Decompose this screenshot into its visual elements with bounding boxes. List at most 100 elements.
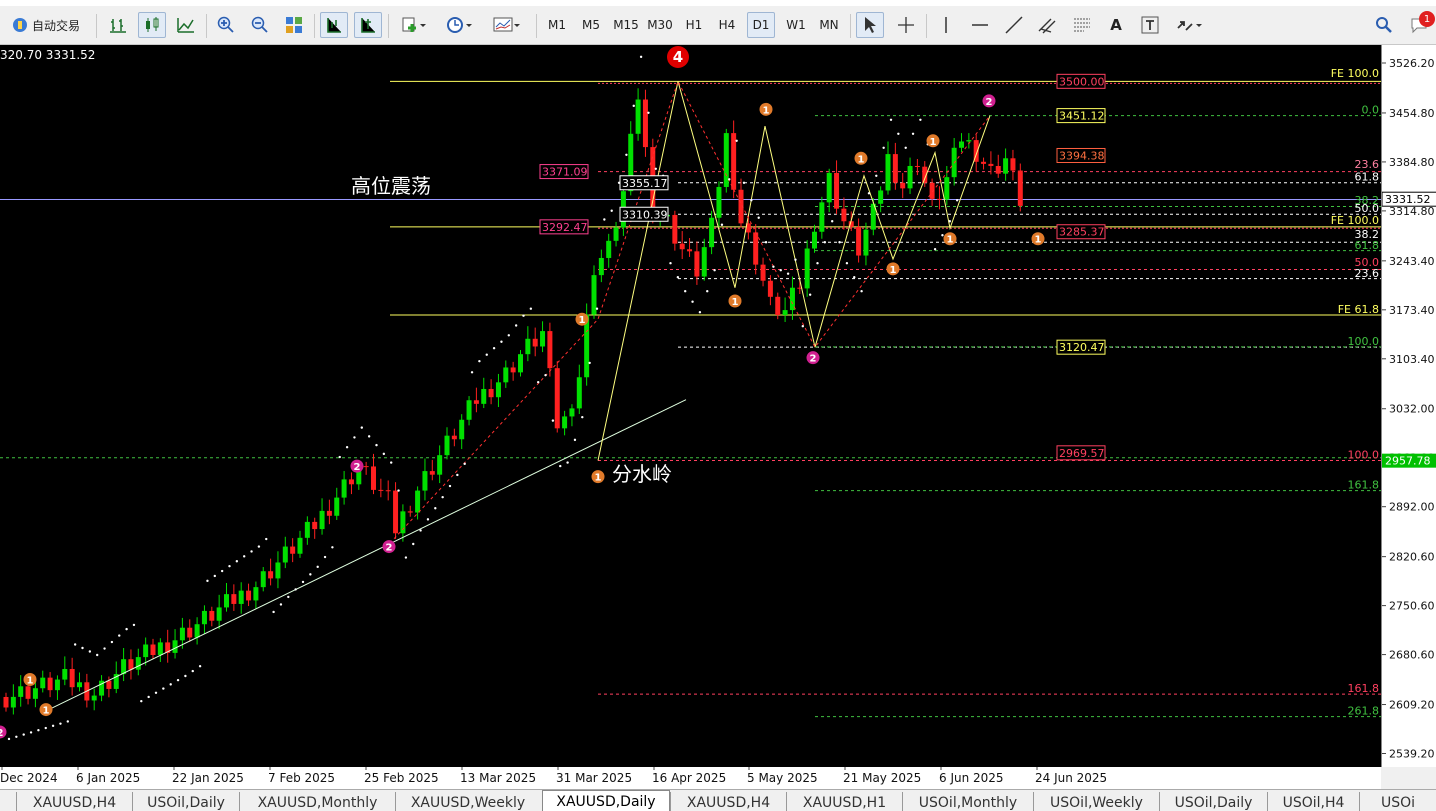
text-label-button[interactable] — [1136, 12, 1164, 38]
candle-body — [613, 227, 619, 241]
chart-tab[interactable]: USOil,Daily — [1159, 792, 1267, 811]
chart-tab[interactable]: USOil,H4 — [1267, 792, 1359, 811]
candle-body — [826, 172, 832, 203]
autotrade-label: 自动交易 — [31, 18, 80, 33]
chart-tab[interactable]: USOi — [1359, 792, 1436, 811]
fib-level-label: 61.8 — [1355, 239, 1380, 252]
parabolic-sar-dot — [228, 564, 231, 568]
parabolic-sar-dot — [132, 623, 136, 627]
trendline-button[interactable] — [1000, 12, 1028, 38]
price-tick-label: 3314.80 — [1389, 205, 1435, 218]
tile-windows-button[interactable] — [280, 12, 308, 38]
chart-tab[interactable]: XAUUSD,H1 — [786, 792, 902, 811]
trendline-icon — [1005, 16, 1023, 34]
date-tick-label: 22 Jan 2025 — [172, 771, 244, 785]
parabolic-sar-dot — [588, 361, 591, 365]
chart-tab[interactable]: XAUUSD,H4 — [16, 792, 132, 811]
price-chart[interactable]: 1122111121111212 FE 100.00.023.661.838.2… — [0, 45, 1381, 767]
parabolic-sar-dot — [59, 722, 62, 725]
timeframe-label: D1 — [752, 18, 770, 32]
zoom-out-button[interactable] — [246, 12, 274, 38]
candle-body — [400, 511, 406, 534]
chart-tab[interactable]: XAUUSD,H4 — [670, 792, 786, 811]
text-tool-button[interactable]: A — [1102, 12, 1130, 38]
candle-body — [209, 610, 215, 621]
line-chart-button[interactable] — [172, 12, 200, 38]
templates-button[interactable] — [486, 12, 528, 38]
timeframe-d1[interactable]: D1 — [747, 12, 775, 38]
candle-body — [246, 590, 252, 601]
candle-body — [562, 416, 568, 429]
equidistant-channel-button[interactable] — [1034, 12, 1062, 38]
candle-body — [341, 479, 347, 498]
chart-tab[interactable]: XAUUSD,Monthly — [239, 792, 395, 811]
chart-tab[interactable]: XAUUSD,Daily — [542, 790, 670, 811]
parabolic-sar-dot — [684, 290, 687, 293]
parabolic-sar-dot — [478, 359, 481, 363]
candle-body — [782, 310, 788, 315]
parabolic-sar-dot — [808, 293, 812, 296]
support-trendline[interactable] — [45, 399, 687, 712]
candle-body — [914, 165, 920, 167]
candle-body — [495, 382, 501, 398]
timeframe-h4[interactable]: H4 — [713, 12, 741, 38]
timeframe-h1[interactable]: H1 — [680, 12, 708, 38]
notifications-button[interactable]: 1 — [1404, 11, 1435, 38]
chart-tab[interactable]: USOil,Monthly — [902, 792, 1033, 811]
parabolic-sar-dot — [360, 426, 363, 429]
zoom-in-button[interactable] — [212, 12, 240, 38]
candle-body — [18, 686, 24, 697]
autotrade-button[interactable]: 自动交易 — [2, 12, 90, 38]
chart-tab[interactable]: USOil,Weekly — [1033, 792, 1159, 811]
parabolic-sar-dot — [867, 192, 871, 195]
vertical-line-button[interactable] — [932, 12, 960, 38]
search-button[interactable] — [1370, 12, 1398, 38]
timeframe-label: M1 — [548, 18, 566, 32]
parabolic-sar-dot — [735, 139, 738, 142]
candle-body — [466, 400, 472, 420]
parabolic-sar-dot — [301, 580, 305, 584]
chart-tab[interactable]: USOil,Daily — [132, 792, 239, 811]
candle-body — [54, 679, 60, 691]
candlestick-button[interactable] — [138, 12, 166, 38]
cursor-tool-button[interactable] — [856, 12, 884, 38]
candle-body — [554, 368, 560, 429]
parabolic-sar-dot — [919, 118, 922, 122]
timeframe-m5[interactable]: M5 — [577, 12, 605, 38]
chart-shift-button[interactable] — [320, 12, 348, 38]
periods-button[interactable] — [440, 12, 480, 38]
parabolic-sar-dot — [522, 314, 525, 317]
indicators-button[interactable] — [394, 12, 434, 38]
chart-tab[interactable]: XAUUSD,Weekly — [395, 792, 540, 811]
arrows-button[interactable] — [1170, 12, 1210, 38]
price-tick-label: 3032.00 — [1389, 403, 1435, 416]
candle-body — [385, 490, 391, 492]
timeframe-mn[interactable]: MN — [815, 12, 843, 38]
bar-chart-button[interactable] — [104, 12, 132, 38]
fibonacci-button[interactable] — [1068, 12, 1096, 38]
date-tick-label: Dec 2024 — [0, 771, 58, 785]
parabolic-sar-dot — [764, 241, 768, 244]
timeframe-w1[interactable]: W1 — [782, 12, 810, 38]
candle-body — [1017, 170, 1023, 206]
text-tool-label: A — [1110, 16, 1122, 34]
parabolic-sar-dot — [838, 241, 841, 244]
timeframe-m1[interactable]: M1 — [543, 12, 571, 38]
candle-body — [900, 182, 906, 189]
wave-dashed-path[interactable] — [389, 80, 991, 544]
time-scale[interactable]: Dec 2024 6 Jan 2025 22 Jan 2025 7 Feb 2025 2… — [0, 767, 1381, 789]
candle-body — [32, 688, 38, 699]
timeframe-m30[interactable]: M30 — [645, 12, 675, 38]
chart-canvas[interactable]: 1122111121111212 FE 100.00.023.661.838.2… — [0, 45, 1381, 767]
parabolic-sar-dot — [22, 733, 25, 736]
timeframe-m15[interactable]: M15 — [611, 12, 641, 38]
price-scale[interactable]: 3526.20 3454.80 3384.80 3314.80 3243.40 3173.… — [1381, 45, 1436, 767]
autoscroll-button[interactable] — [354, 12, 382, 38]
candle-body — [393, 490, 399, 534]
crosshair-tool-button[interactable] — [892, 12, 920, 38]
horizontal-line-button[interactable] — [966, 12, 994, 38]
parabolic-sar-dot — [198, 664, 202, 668]
date-tick-label: 6 Jan 2025 — [76, 771, 140, 785]
candle-body — [944, 177, 950, 200]
wave-count-marker: 1 — [591, 470, 605, 484]
